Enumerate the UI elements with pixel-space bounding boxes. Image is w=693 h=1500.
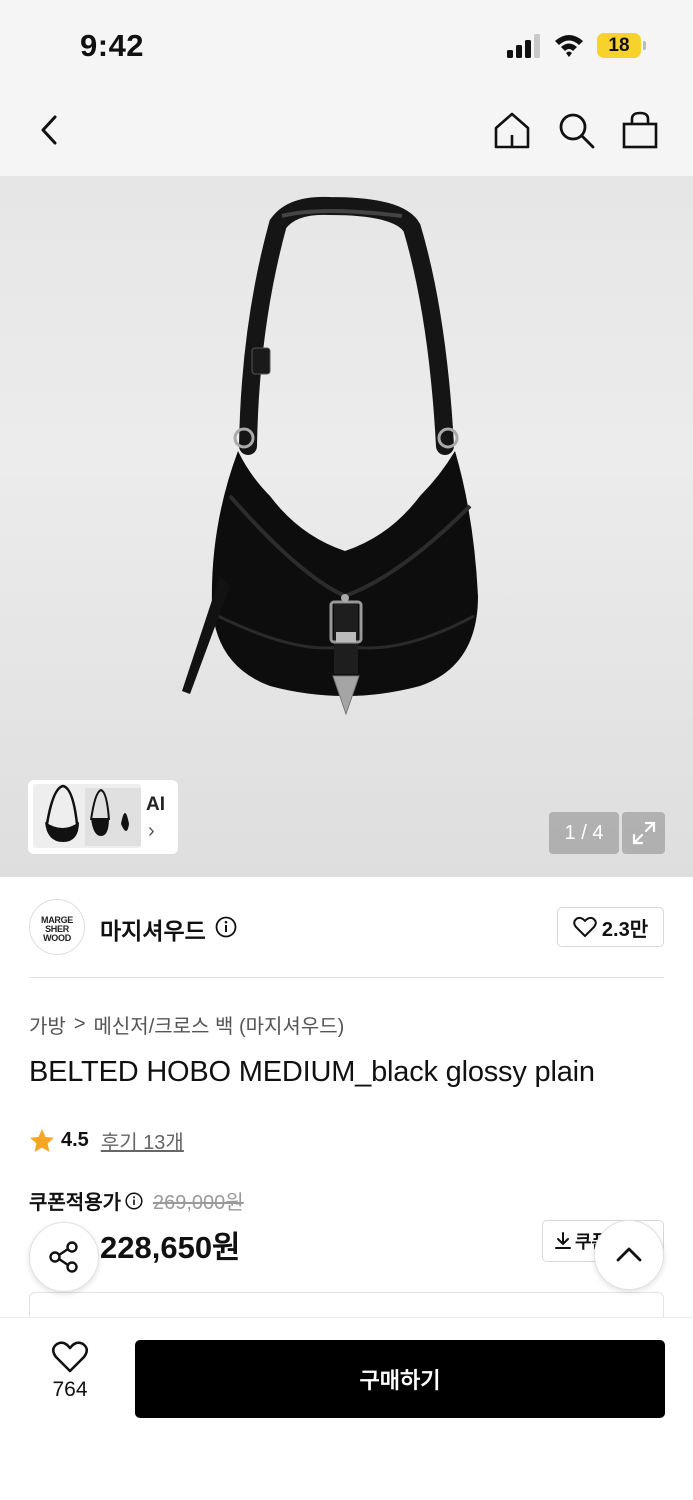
info-icon[interactable] [125, 1191, 143, 1210]
chevron-left-icon [41, 115, 57, 145]
search-icon [559, 113, 595, 149]
rating-value: 4.5 [61, 1129, 89, 1151]
thumbnail-strip[interactable]: AI › [28, 780, 178, 854]
battery-icon: 18 [597, 33, 647, 58]
chevron-up-icon [616, 1247, 642, 1262]
breadcrumb-separator: > [73, 1013, 86, 1035]
bottom-action-bar: 764 구매하기 [0, 1318, 693, 1500]
back-button[interactable] [28, 108, 72, 152]
signal-icon [507, 34, 540, 58]
battery-tip [643, 41, 646, 50]
price-label-row: 쿠폰적용가 269,000원 [29, 1186, 244, 1215]
rating-row: 4.5 후기 13개 [29, 1126, 184, 1155]
breadcrumb: 가방 > 메신저/크로스 백 (마지셔우드) [29, 1010, 344, 1039]
brand-logo[interactable]: MARGE SHER WOOD [29, 899, 85, 955]
heart-icon [573, 916, 597, 937]
coupon-price-label: 쿠폰적용가 [29, 1192, 121, 1214]
expand-button[interactable] [622, 812, 665, 854]
scroll-top-button[interactable] [594, 1220, 664, 1290]
divider [29, 977, 664, 978]
share-button[interactable] [29, 1222, 99, 1292]
nav-bar [0, 88, 693, 176]
brand-like-count: 2.3만 [601, 918, 649, 941]
review-link[interactable]: 후기 13개 [101, 1126, 184, 1155]
search-button[interactable] [554, 108, 598, 152]
ai-label: AI [146, 794, 165, 815]
brand-name[interactable]: 마지셔우드 [100, 912, 206, 946]
brand-like-button[interactable]: 2.3만 [557, 907, 664, 947]
thumbnail-image[interactable] [33, 784, 141, 848]
cart-button[interactable] [618, 108, 662, 152]
product-title: BELTED HOBO MEDIUM_black glossy plain [29, 1056, 595, 1088]
breadcrumb-category[interactable]: 가방 [29, 1010, 66, 1039]
original-price: 269,000원 [153, 1192, 244, 1214]
product-image-gallery[interactable]: AI › 1 / 4 [0, 176, 693, 877]
download-icon [555, 1232, 571, 1249]
wishlist-count: 764 [52, 1378, 88, 1401]
shopping-bag-icon [622, 111, 658, 149]
status-time: 9:42 [80, 28, 145, 63]
thumbnail-bag-image [45, 784, 141, 846]
info-icon[interactable] [215, 916, 237, 938]
product-image [182, 196, 478, 716]
wishlist-button[interactable]: 764 [30, 1340, 110, 1420]
star-icon [30, 1128, 54, 1152]
expand-icon [632, 821, 655, 845]
buy-button[interactable]: 구매하기 [135, 1340, 665, 1418]
heart-icon [51, 1341, 89, 1373]
breadcrumb-subcategory[interactable]: 메신저/크로스 백 (마지셔우드) [94, 1010, 345, 1039]
image-pager: 1 / 4 [549, 812, 619, 854]
chevron-right-icon: › [148, 820, 155, 842]
final-price: 228,650원 [100, 1230, 241, 1265]
share-icon [49, 1241, 78, 1273]
battery-level: 18 [597, 33, 641, 58]
home-icon [494, 112, 530, 149]
home-button[interactable] [490, 108, 534, 152]
status-bar: 9:42 18 [0, 0, 693, 88]
brand-row[interactable]: MARGE SHER WOOD 마지셔우드 2.3만 [0, 877, 693, 977]
wifi-icon [555, 35, 583, 57]
brand-logo-line: WOOD [43, 933, 71, 943]
